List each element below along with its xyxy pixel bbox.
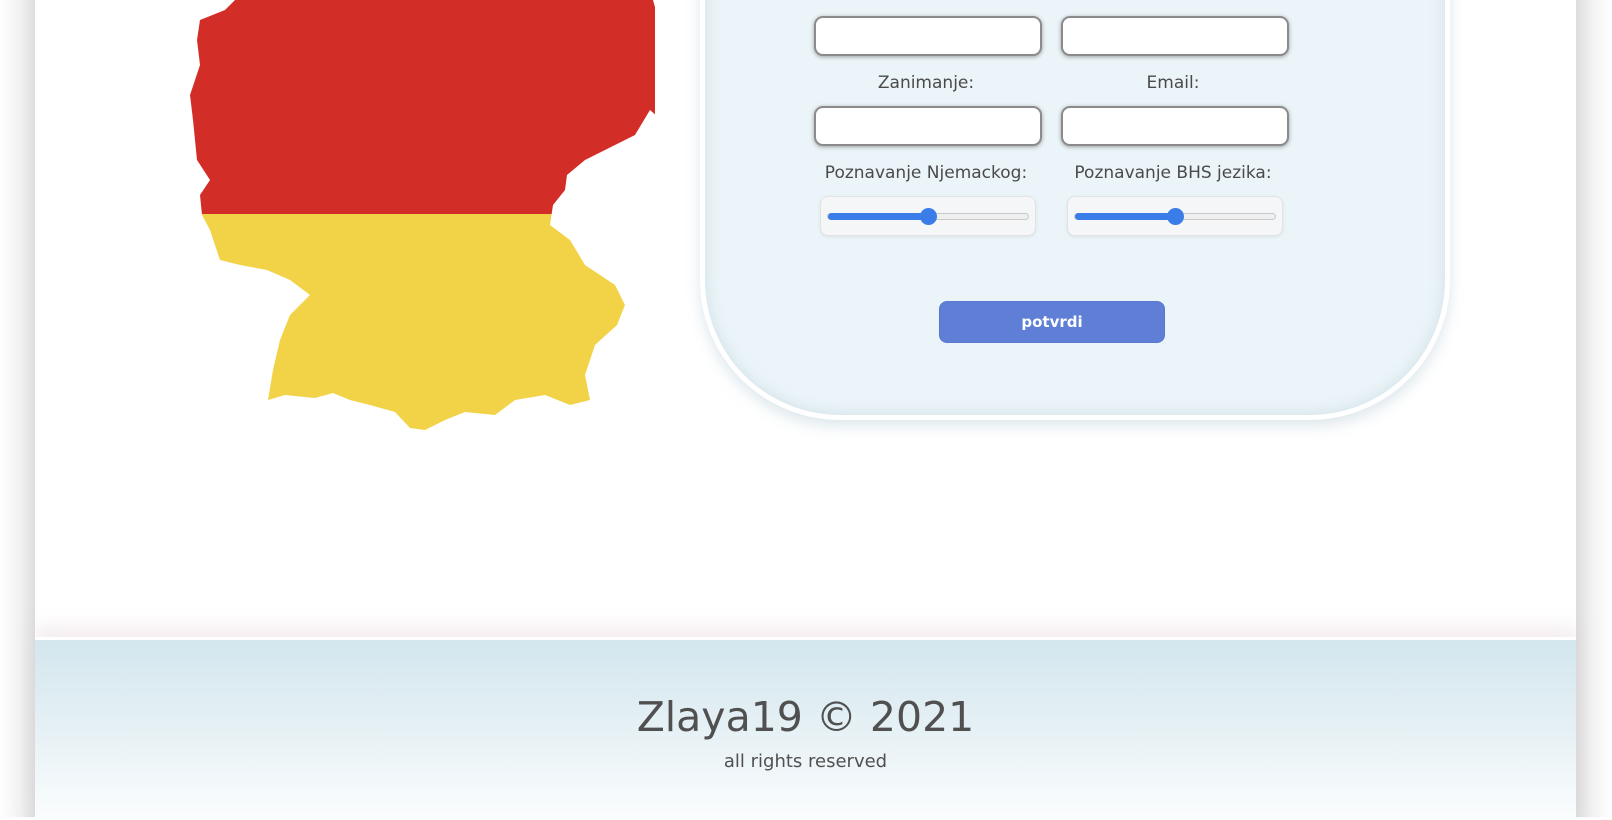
slider-track <box>827 208 1029 225</box>
email-input[interactable] <box>1061 106 1289 146</box>
flag-red-band <box>190 0 680 214</box>
slider-thumb[interactable] <box>920 208 937 225</box>
email-label: Email: <box>1146 73 1200 93</box>
bhs-knowledge-label: Poznavanje BHS jezika: <box>1074 163 1272 183</box>
flag-yellow-band <box>190 214 680 430</box>
slider-thumb[interactable] <box>1167 208 1184 225</box>
page-shadow-right <box>1576 0 1612 817</box>
footer: Zlaya19 © 2021 all rights reserved <box>35 637 1576 820</box>
first-name-input[interactable] <box>814 16 1042 56</box>
slider-fill <box>1075 213 1175 220</box>
occupation-label: Zanimanje: <box>877 73 975 93</box>
registration-form-card: Zanimanje: Email: Poznavanje Njemackog: … <box>700 0 1450 420</box>
footer-copyright: Zlaya19 © 2021 <box>636 693 975 741</box>
footer-rights: all rights reserved <box>723 751 888 772</box>
germany-flag-map-icon <box>155 0 680 450</box>
submit-button[interactable]: potvrdi <box>939 301 1165 343</box>
slider-fill <box>828 213 928 220</box>
last-name-input[interactable] <box>1061 16 1289 56</box>
slider-track <box>1074 208 1276 225</box>
german-knowledge-label: Poznavanje Njemackog: <box>824 163 1028 183</box>
occupation-input[interactable] <box>814 106 1042 146</box>
bhs-knowledge-slider[interactable] <box>1067 196 1283 236</box>
page-shadow-left <box>0 0 36 817</box>
german-knowledge-slider[interactable] <box>820 196 1036 236</box>
